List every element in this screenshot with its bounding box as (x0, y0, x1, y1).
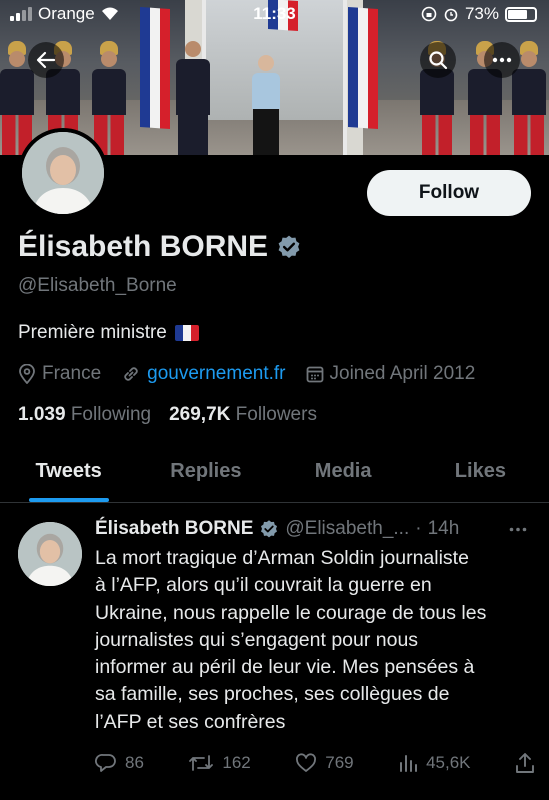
back-arrow-icon (36, 51, 56, 69)
search-button[interactable] (420, 42, 456, 78)
tab-label: Tweets (35, 460, 102, 482)
status-right: 73% (421, 4, 537, 24)
search-icon (429, 51, 448, 70)
following-count: 1.039 (18, 404, 66, 425)
location-text: France (42, 363, 102, 384)
link-icon (124, 367, 138, 381)
calendar-icon (306, 366, 323, 383)
tweet-time[interactable]: 14h (428, 518, 460, 540)
followers-count: 269,7K (169, 404, 231, 425)
tab-label: Media (314, 460, 372, 482)
tab-media[interactable]: Media (275, 446, 412, 502)
joined-text: Joined April 2012 (329, 363, 476, 384)
bio-text: Première ministre (18, 322, 167, 343)
tab-replies[interactable]: Replies (137, 446, 274, 502)
profile-meta: France gouvernement.fr Joined April 2012 (18, 363, 475, 385)
tweet-actions: 86 162 769 45,6K (95, 752, 535, 774)
status-bar: Orange 11:33 73% (0, 4, 549, 28)
active-tab-indicator (28, 498, 109, 502)
reply-icon (95, 754, 116, 772)
tweet-more-button[interactable] (509, 527, 527, 532)
retweet-count: 162 (222, 753, 251, 772)
avatar-portrait (22, 132, 104, 214)
french-flag-emoji (174, 325, 199, 341)
followers-stat[interactable]: 269,7K Followers (169, 404, 317, 426)
back-button[interactable] (28, 42, 64, 78)
tab-label: Likes (454, 460, 506, 482)
like-count: 769 (325, 753, 354, 772)
location-item: France (18, 363, 101, 385)
like-icon (296, 753, 317, 772)
website-item: gouvernement.fr (121, 363, 286, 385)
battery-percent: 73% (464, 4, 499, 23)
tweet-separator: · (415, 518, 422, 539)
tab-tweets[interactable]: Tweets (0, 446, 137, 502)
verified-icon[interactable] (276, 234, 302, 260)
tweet-handle: @Elisabeth_... (285, 518, 410, 539)
share-icon (516, 753, 534, 773)
profile-name-row: Élisabeth BORNE (18, 230, 302, 264)
profile-tabs: Tweets Replies Media Likes (0, 446, 549, 503)
share-button[interactable] (515, 752, 535, 774)
guard-figure (92, 41, 126, 155)
views-icon (400, 755, 418, 772)
alarm-icon (444, 8, 458, 22)
lock-rotation-icon (421, 6, 437, 22)
followers-label: Followers (235, 404, 317, 425)
verified-icon (261, 520, 278, 538)
avatar-portrait (18, 522, 82, 586)
follow-stats: 1.039 Following 269,7K Followers (18, 404, 317, 426)
profile-avatar[interactable] (18, 128, 108, 218)
reply-button[interactable]: 86 (95, 752, 144, 774)
tweet-text: La mort tragique d’Arman Soldin journali… (95, 547, 487, 733)
views-button[interactable]: 45,6K (398, 752, 471, 774)
like-button[interactable]: 769 (295, 752, 354, 774)
profile-bio: Première ministre (18, 322, 199, 344)
prime-minister-figure (252, 55, 280, 155)
officer-figure (176, 41, 210, 155)
more-button[interactable] (484, 42, 520, 78)
retweet-icon (189, 755, 214, 771)
battery-icon (505, 6, 537, 22)
tweet-avatar[interactable] (18, 522, 82, 586)
joined-item: Joined April 2012 (306, 363, 476, 385)
website-link[interactable]: gouvernement.fr (147, 363, 285, 385)
tab-likes[interactable]: Likes (412, 446, 549, 502)
location-icon (19, 364, 35, 384)
views-count: 45,6K (426, 753, 471, 772)
reply-count: 86 (125, 753, 144, 772)
retweet-button[interactable]: 162 (188, 752, 251, 774)
following-stat[interactable]: 1.039 Following (18, 404, 151, 426)
following-label: Following (70, 404, 152, 425)
more-icon (492, 57, 512, 63)
tweet-header: Élisabeth BORNE @Elisabeth_... · 14h (95, 518, 535, 540)
tweet-author[interactable]: Élisabeth BORNE (95, 518, 253, 540)
profile-name: Élisabeth BORNE (18, 230, 269, 263)
profile-handle: @Elisabeth_Borne (18, 275, 177, 296)
follow-button[interactable]: Follow (367, 170, 531, 216)
more-icon (509, 527, 527, 531)
tab-label: Replies (170, 460, 242, 482)
